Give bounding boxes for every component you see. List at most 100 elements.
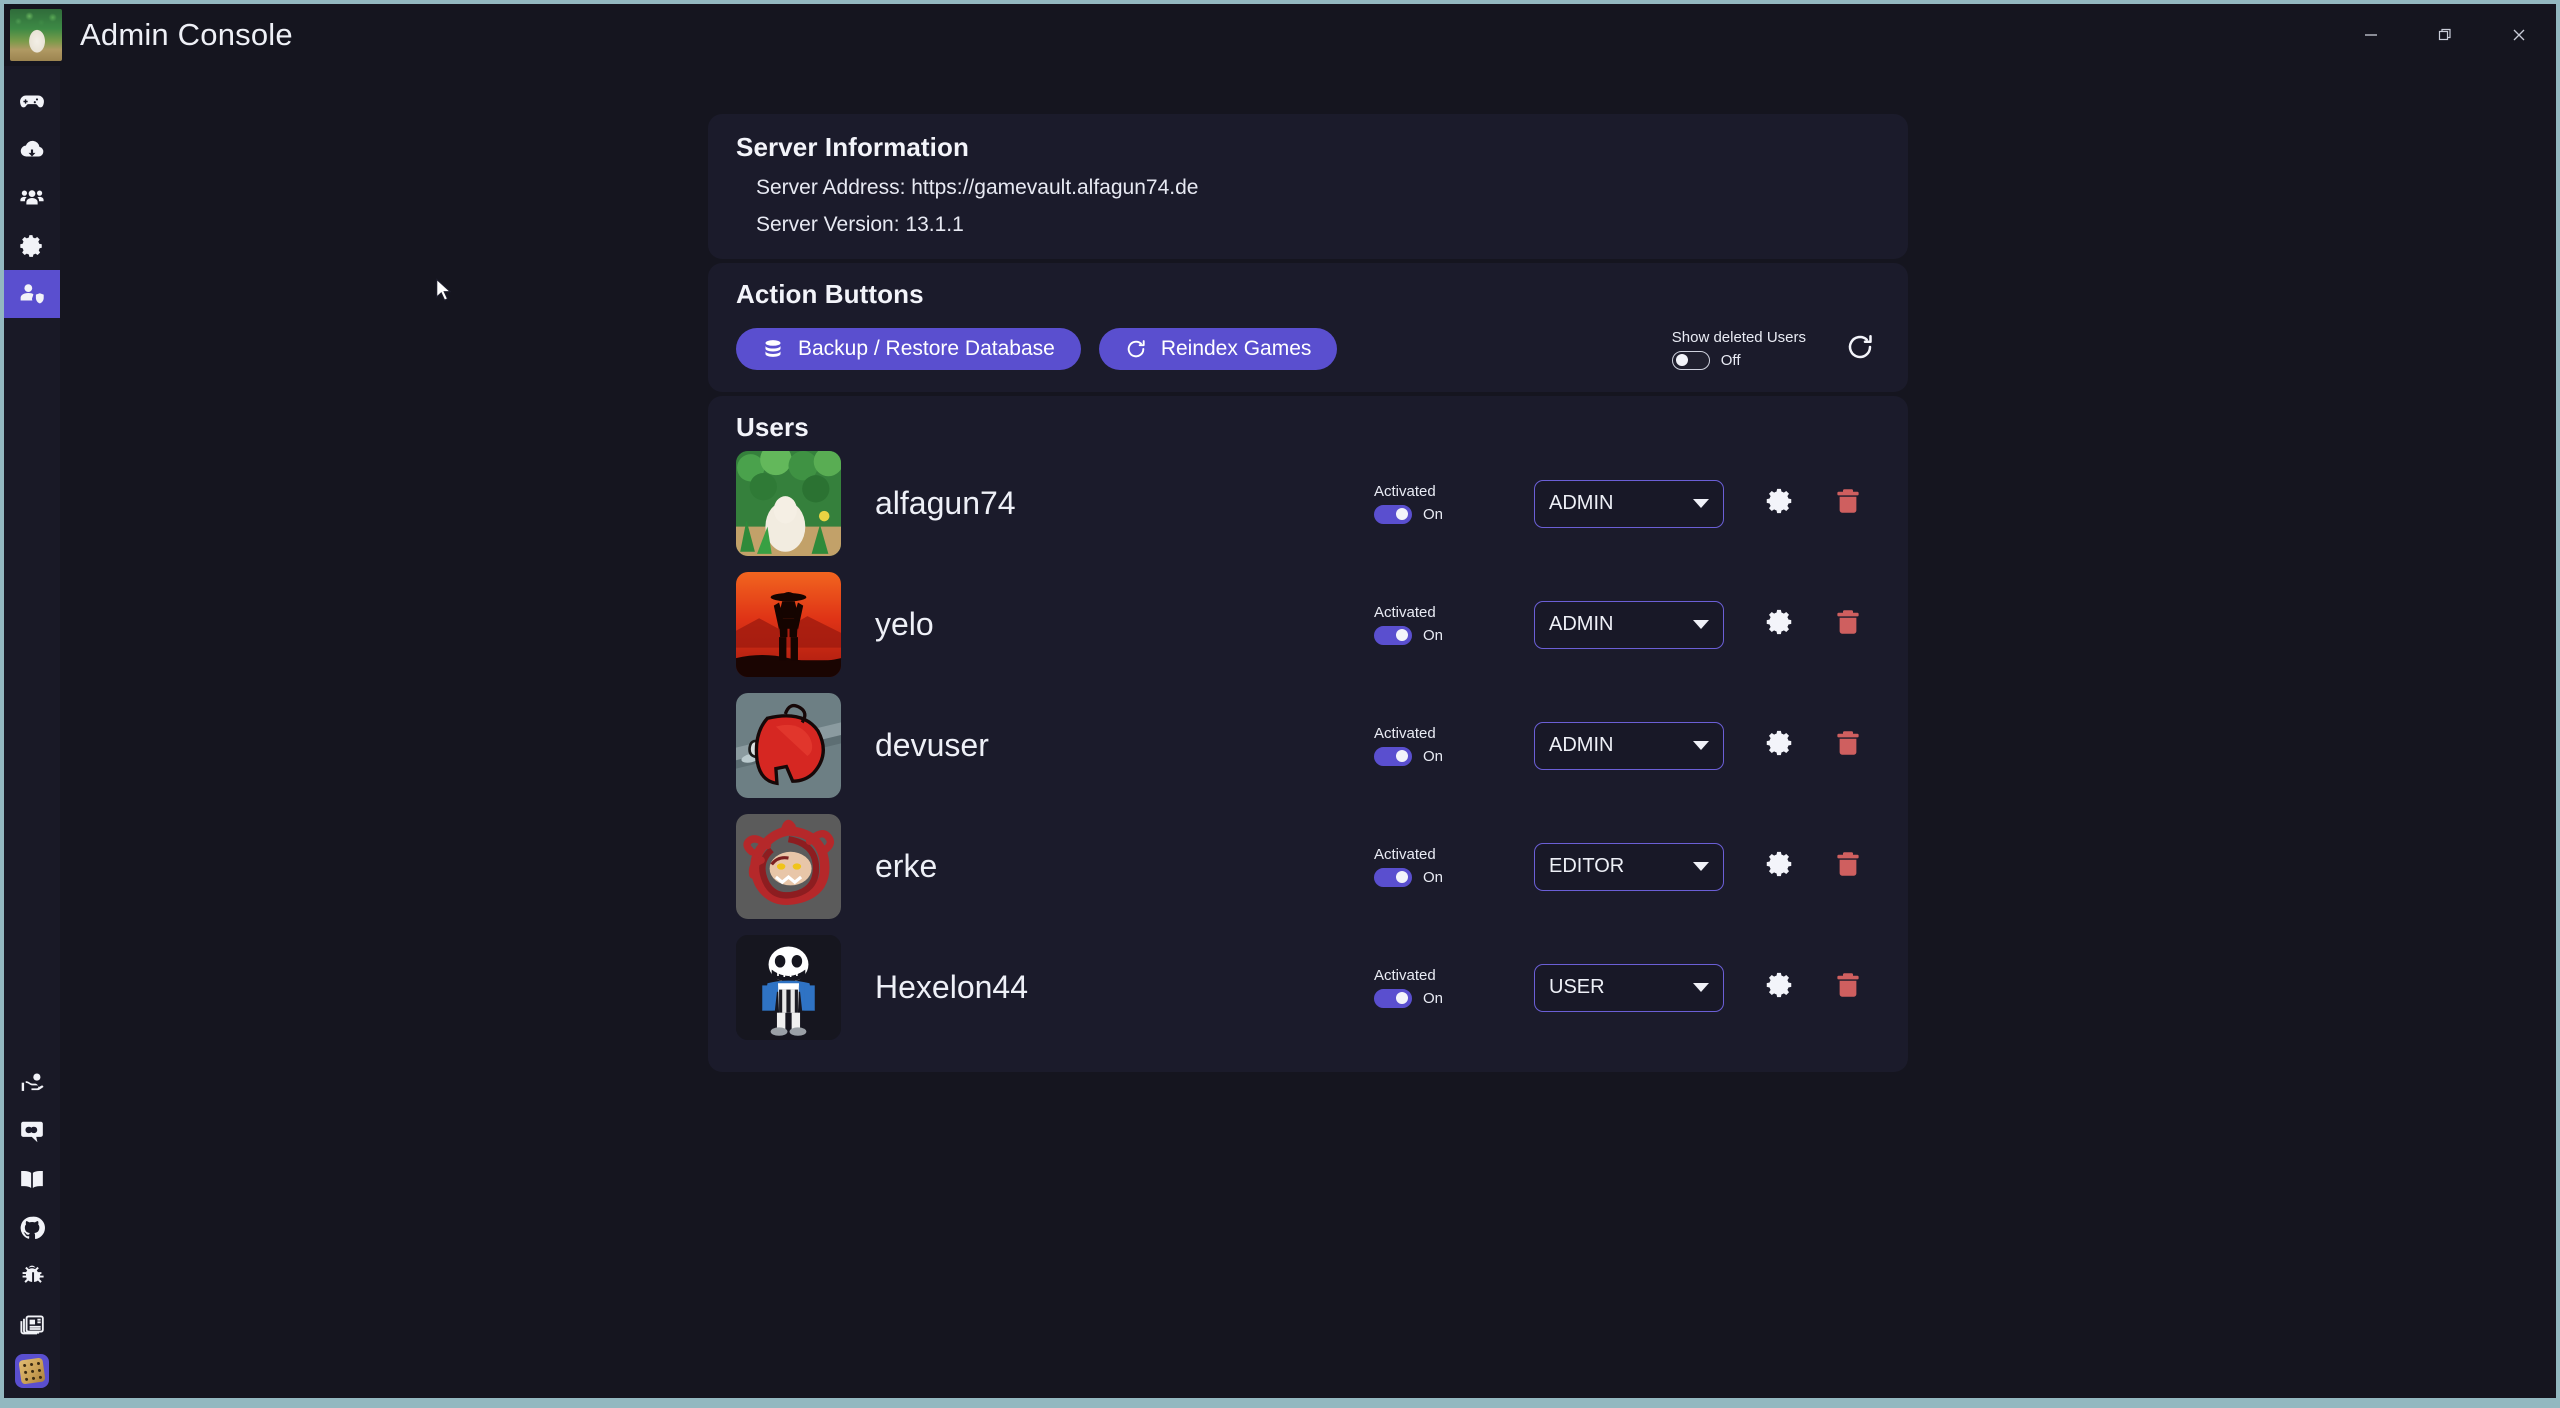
chevron-down-icon <box>1693 862 1709 871</box>
refresh-users-button[interactable] <box>1840 329 1880 369</box>
deleted-users-controls: Show deleted Users Off <box>1671 329 1880 370</box>
reindex-games-button[interactable]: Reindex Games <box>1098 328 1338 370</box>
user-role-value: ADMIN <box>1549 734 1614 756</box>
user-delete-button[interactable] <box>1822 478 1874 530</box>
user-activated-row: On <box>1374 626 1443 645</box>
window-controls <box>2334 4 2556 66</box>
user-activated-state: On <box>1423 627 1444 644</box>
user-row-controls: Activated On ADMIN <box>1374 720 1874 772</box>
user-avatar <box>736 935 841 1040</box>
user-activated-toggle[interactable] <box>1374 505 1412 524</box>
user-row-controls: Activated On USER <box>1374 962 1874 1014</box>
gear-icon <box>1765 970 1795 1005</box>
user-row-controls: Activated On ADMIN <box>1374 478 1874 530</box>
server-information-card: Server Information Server Address: https… <box>708 114 1908 259</box>
user-role-value: EDITOR <box>1549 855 1625 877</box>
user-activated-toggle[interactable] <box>1374 626 1412 645</box>
reindex-games-label: Reindex Games <box>1160 337 1312 360</box>
user-activated-toggle[interactable] <box>1374 989 1412 1008</box>
user-delete-button[interactable] <box>1822 599 1874 651</box>
user-avatar <box>736 693 841 798</box>
user-role-select[interactable]: ADMIN <box>1534 479 1724 528</box>
user-settings-button[interactable] <box>1754 478 1806 530</box>
sidebar-item-admin-console[interactable] <box>4 270 60 318</box>
sidebar-item-games[interactable] <box>4 78 60 126</box>
user-shield-icon <box>19 281 45 307</box>
backup-restore-database-button[interactable]: Backup / Restore Database <box>736 328 1081 370</box>
book-open-icon <box>19 1167 45 1193</box>
action-buttons-card: Action Buttons Backup / Restore Database <box>708 263 1908 392</box>
user-delete-button[interactable] <box>1822 841 1874 893</box>
sidebar <box>4 66 60 1398</box>
sidebar-item-changelog[interactable] <box>4 1300 60 1348</box>
page-title: Admin Console <box>80 17 293 52</box>
user-name: devuser <box>875 727 989 763</box>
server-information-title: Server Information <box>736 132 969 162</box>
user-activated-block: Activated On <box>1374 846 1504 887</box>
user-role-select[interactable]: ADMIN <box>1534 600 1724 649</box>
user-row: yelo Activated On ADMIN <box>736 564 1880 685</box>
server-address-line: Server Address: https://gamevault.alfagu… <box>756 176 1199 199</box>
content-column: Server Information Server Address: https… <box>708 114 1908 1398</box>
show-deleted-users-block: Show deleted Users Off <box>1671 329 1806 370</box>
user-activated-block: Activated On <box>1374 604 1504 645</box>
user-activated-caption: Activated <box>1374 967 1436 984</box>
user-delete-button[interactable] <box>1822 962 1874 1014</box>
trash-icon <box>1833 849 1863 884</box>
sidebar-item-downloads[interactable] <box>4 126 60 174</box>
user-activated-block: Activated On <box>1374 967 1504 1008</box>
user-activated-row: On <box>1374 747 1443 766</box>
user-avatar <box>736 572 841 677</box>
chevron-down-icon <box>1693 741 1709 750</box>
user-activated-caption: Activated <box>1374 604 1436 621</box>
gear-icon <box>1765 607 1795 642</box>
chevron-down-icon <box>1693 499 1709 508</box>
cloud-download-icon <box>19 137 45 163</box>
user-settings-button[interactable] <box>1754 962 1806 1014</box>
trash-icon <box>1833 970 1863 1005</box>
sidebar-item-github[interactable] <box>4 1204 60 1252</box>
user-activated-toggle[interactable] <box>1374 868 1412 887</box>
user-row: devuser Activated On ADMIN <box>736 685 1880 806</box>
discord-icon <box>19 1119 45 1145</box>
minimize-button[interactable] <box>2334 11 2408 59</box>
user-role-select[interactable]: ADMIN <box>1534 721 1724 770</box>
sidebar-item-discord[interactable] <box>4 1108 60 1156</box>
user-role-value: ADMIN <box>1549 613 1614 635</box>
user-name: erke <box>875 848 938 884</box>
user-role-select[interactable]: EDITOR <box>1534 842 1724 891</box>
sidebar-item-documentation[interactable] <box>4 1156 60 1204</box>
user-row-controls: Activated On EDITOR <box>1374 841 1874 893</box>
sidebar-item-donate[interactable] <box>4 1060 60 1108</box>
user-settings-button[interactable] <box>1754 841 1806 893</box>
user-avatar <box>736 814 841 919</box>
user-settings-button[interactable] <box>1754 599 1806 651</box>
user-settings-button[interactable] <box>1754 720 1806 772</box>
user-activated-caption: Activated <box>1374 725 1436 742</box>
users-card: Users alfagun74 Activated On ADMIN yelo … <box>708 396 1908 1072</box>
user-activated-row: On <box>1374 868 1443 887</box>
user-activated-row: On <box>1374 505 1443 524</box>
user-name: yelo <box>875 606 934 642</box>
show-deleted-users-toggle[interactable] <box>1671 350 1710 370</box>
dice-glyph <box>18 1357 46 1385</box>
user-role-select[interactable]: USER <box>1534 963 1724 1012</box>
user-activated-toggle[interactable] <box>1374 747 1412 766</box>
show-deleted-users-row: Off <box>1671 350 1740 370</box>
user-name: Hexelon44 <box>875 969 1028 1005</box>
sidebar-item-community[interactable] <box>4 174 60 222</box>
sidebar-item-settings[interactable] <box>4 222 60 270</box>
refresh-icon <box>1125 338 1147 360</box>
backup-restore-database-label: Backup / Restore Database <box>798 337 1055 360</box>
user-delete-button[interactable] <box>1822 720 1874 772</box>
close-button[interactable] <box>2482 11 2556 59</box>
sidebar-item-report-bug[interactable] <box>4 1252 60 1300</box>
user-activated-row: On <box>1374 989 1443 1008</box>
server-version-line: Server Version: 13.1.1 <box>756 213 964 236</box>
trash-icon <box>1833 486 1863 521</box>
users-group-icon <box>19 185 45 211</box>
dice-app-icon[interactable] <box>15 1354 49 1388</box>
user-activated-caption: Activated <box>1374 846 1436 863</box>
restore-button[interactable] <box>2408 11 2482 59</box>
hand-heart-icon <box>19 1071 45 1097</box>
